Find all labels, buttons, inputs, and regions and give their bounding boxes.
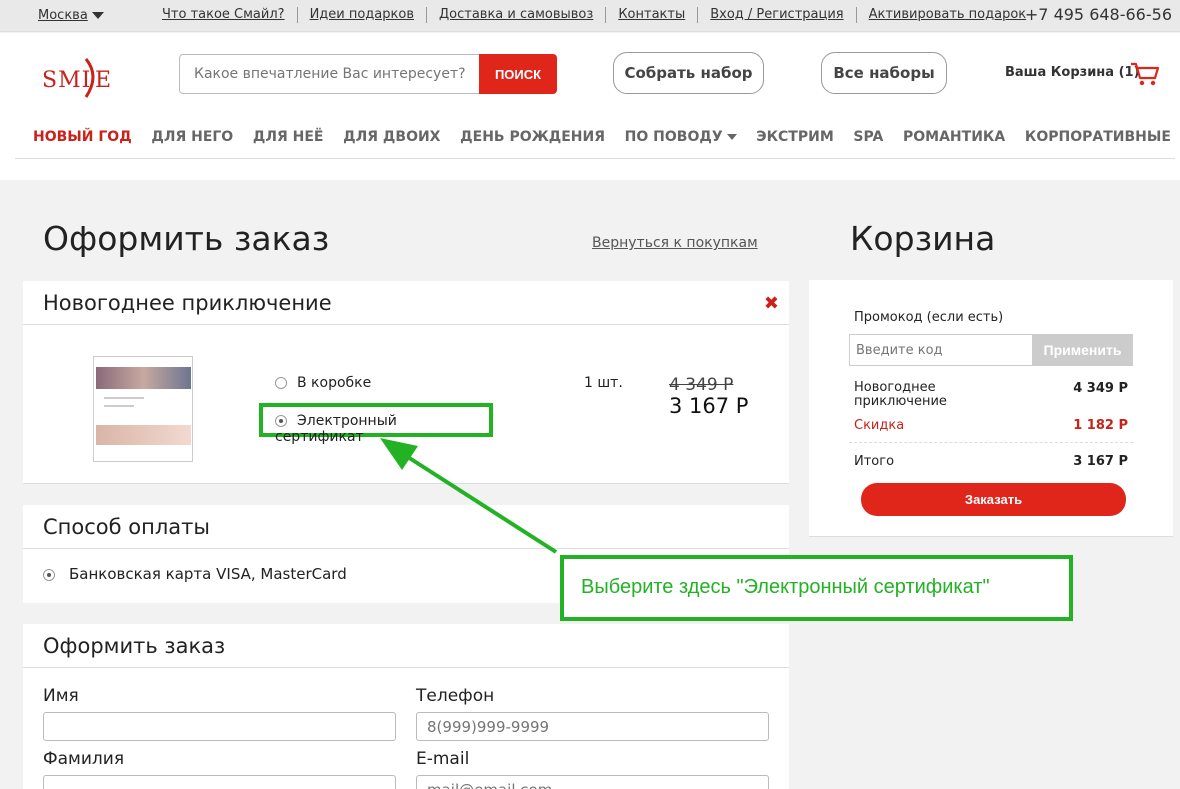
payment-option-card[interactable]: Банковская карта VISA, MasterCard [43, 565, 347, 583]
form-title: Оформить заказ [23, 624, 789, 668]
build-set-button[interactable]: Собрать набор [613, 52, 764, 94]
total-value: 3 167 Р [1073, 454, 1128, 469]
top-link-delivery[interactable]: Доставка и самовывоз [427, 7, 607, 23]
option-in-box-label: В коробке [297, 375, 372, 391]
search-input[interactable] [179, 54, 480, 94]
old-price: 4 349 Р [669, 375, 734, 395]
cart-title: Корзина [850, 219, 996, 258]
all-sets-button[interactable]: Все наборы [821, 52, 947, 94]
top-links: Что такое Смайл? Идеи подарков Доставка … [150, 7, 1038, 23]
cart-item-name: Новогоднее приключение [854, 380, 947, 409]
nav-spa[interactable]: SPA [853, 115, 883, 158]
svg-text:E: E [95, 68, 111, 93]
option-e-certificate[interactable]: Электронный сертификат [259, 403, 493, 445]
name-field[interactable] [43, 712, 396, 741]
total-label: Итого [854, 454, 895, 469]
surname-label: Фамилия [43, 749, 125, 769]
promo-label: Промокод (если есть) [854, 310, 1004, 325]
phone-number: +7 495 648-66-56 [1024, 5, 1172, 24]
nav-occasion[interactable]: ПО ПОВОДУ [625, 115, 737, 158]
site-header: SMI E ПОИСК Собрать набор Все наборы Ваш… [0, 33, 1180, 180]
product-panel: Новогоднее приключение ✖ В коробке Элект… [23, 281, 789, 484]
payment-method-label: Банковская карта VISA, MasterCard [69, 565, 347, 583]
option-e-certificate-label: Электронный сертификат [275, 413, 397, 445]
option-in-box[interactable]: В коробке [275, 375, 371, 391]
nav-birthday[interactable]: ДЕНЬ РОЖДЕНИЯ [460, 115, 605, 158]
email-label: E-mail [416, 749, 470, 769]
top-link-gift-ideas[interactable]: Идеи подарков [298, 7, 427, 23]
cart-item-price: 4 349 Р [1073, 381, 1128, 396]
header-cart-link[interactable]: Ваша Корзина (1) [1005, 65, 1140, 80]
city-label: Москва [38, 8, 88, 23]
top-bar: Москва Что такое Смайл? Идеи подарков До… [0, 0, 1180, 32]
svg-text:SMI: SMI [42, 68, 91, 93]
discount-value: 1 182 Р [1073, 418, 1128, 433]
nav-for-him[interactable]: ДЛЯ НЕГО [151, 115, 233, 158]
discount-label: Скидка [854, 418, 905, 433]
nav-new-year[interactable]: НОВЫЙ ГОД [33, 115, 132, 158]
nav-romance[interactable]: РОМАНТИКА [903, 115, 1005, 158]
radio-e-certificate[interactable] [275, 415, 287, 427]
radio-card[interactable] [43, 568, 55, 581]
new-price: 3 167 Р [669, 394, 749, 418]
city-selector[interactable]: Москва [38, 8, 104, 23]
top-link-login[interactable]: Вход / Регистрация [698, 7, 857, 23]
shopping-cart-icon[interactable] [1130, 61, 1160, 87]
name-label: Имя [43, 686, 79, 706]
order-form-panel: Оформить заказ Имя Телефон Фамилия E-mai… [23, 624, 789, 789]
surname-field[interactable] [43, 775, 396, 789]
annotation-text: Выберите здесь "Электронный сертификат" [581, 576, 990, 598]
nav-for-her[interactable]: ДЛЯ НЕЁ [253, 115, 324, 158]
phone-field[interactable] [416, 712, 769, 741]
search-form: ПОИСК [179, 54, 557, 94]
product-name: Новогоднее приключение [23, 281, 789, 325]
promo-code-input[interactable] [849, 334, 1033, 366]
search-button[interactable]: ПОИСК [479, 54, 557, 94]
cart-summary: Промокод (если есть) Применить Новогодне… [809, 280, 1173, 537]
phone-label: Телефон [416, 686, 495, 706]
page-title: Оформить заказ [43, 219, 330, 258]
category-nav: НОВЫЙ ГОД ДЛЯ НЕГО ДЛЯ НЕЁ ДЛЯ ДВОИХ ДЕН… [15, 115, 1175, 159]
top-link-what-is-smile[interactable]: Что такое Смайл? [150, 7, 298, 23]
remove-item-icon[interactable]: ✖ [764, 293, 779, 314]
place-order-button[interactable]: Заказать [861, 483, 1126, 516]
payment-title: Способ оплаты [23, 505, 789, 549]
nav-corporate[interactable]: КОРПОРАТИВНЫЕ [1025, 115, 1171, 158]
radio-in-box[interactable] [275, 377, 287, 389]
annotation-callout: Выберите здесь "Электронный сертификат" [560, 555, 1073, 621]
nav-occasion-label: ПО ПОВОДУ [624, 129, 723, 145]
apply-promo-button[interactable]: Применить [1032, 334, 1133, 366]
back-to-shopping-link[interactable]: Вернуться к покупкам [592, 235, 758, 251]
item-quantity: 1 шт. [584, 375, 623, 391]
divider [849, 442, 1133, 443]
nav-extreme[interactable]: ЭКСТРИМ [756, 115, 833, 158]
top-link-activate-gift[interactable]: Активировать подарок [857, 7, 1039, 23]
product-thumbnail [93, 356, 193, 462]
top-link-contacts[interactable]: Контакты [606, 7, 699, 23]
smile-logo[interactable]: SMI E [42, 53, 112, 99]
chevron-down-icon [726, 134, 737, 140]
nav-for-two[interactable]: ДЛЯ ДВОИХ [343, 115, 440, 158]
chevron-down-icon [91, 12, 104, 19]
email-field[interactable] [416, 775, 769, 789]
